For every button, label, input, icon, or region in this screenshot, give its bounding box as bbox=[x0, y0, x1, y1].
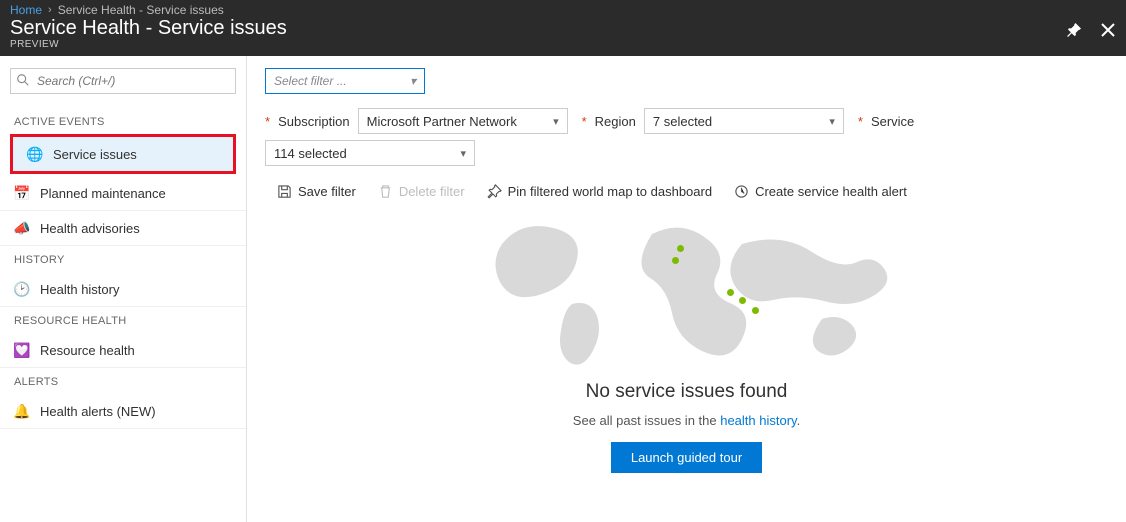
chevron-down-icon: ▾ bbox=[410, 74, 416, 88]
breadcrumb-current: Service Health - Service issues bbox=[58, 3, 224, 17]
sidebar-item-label: Planned maintenance bbox=[40, 186, 166, 201]
chevron-down-icon: ▾ bbox=[553, 115, 559, 128]
launch-guided-tour-button[interactable]: Launch guided tour bbox=[611, 442, 762, 473]
section-active-events: ACTIVE EVENTS bbox=[0, 108, 246, 134]
region-dot bbox=[677, 245, 684, 252]
close-icon[interactable] bbox=[1100, 22, 1116, 41]
section-history: HISTORY bbox=[0, 246, 246, 272]
world-map bbox=[477, 209, 897, 369]
select-filter-dropdown[interactable]: Select filter ... ▾ bbox=[265, 68, 425, 94]
delete-filter-label: Delete filter bbox=[399, 184, 465, 199]
subscription-label: Subscription bbox=[278, 114, 350, 129]
chevron-down-icon: ▾ bbox=[829, 115, 835, 128]
delete-filter-button: Delete filter bbox=[378, 184, 465, 199]
pin-map-button[interactable]: Pin filtered world map to dashboard bbox=[487, 184, 713, 199]
chevron-down-icon: ▾ bbox=[460, 147, 466, 160]
region-label: Region bbox=[595, 114, 636, 129]
page-title: Service Health - Service issues bbox=[10, 17, 287, 39]
required-asterisk: * bbox=[582, 114, 587, 129]
section-alerts: ALERTS bbox=[0, 368, 246, 394]
empty-subtitle: See all past issues in the health histor… bbox=[265, 413, 1108, 428]
trash-icon bbox=[378, 184, 393, 199]
globe-alert-icon: 🌐 bbox=[27, 146, 43, 162]
create-alert-button[interactable]: Create service health alert bbox=[734, 184, 907, 199]
service-dropdown[interactable]: 114 selected ▾ bbox=[265, 140, 475, 166]
empty-sub-prefix: See all past issues in the bbox=[573, 413, 720, 428]
sidebar-item-service-issues[interactable]: 🌐 Service issues bbox=[13, 137, 233, 171]
history-icon: 🕑 bbox=[14, 281, 30, 297]
create-alert-label: Create service health alert bbox=[755, 184, 907, 199]
sidebar-item-label: Resource health bbox=[40, 343, 135, 358]
region-dropdown[interactable]: 7 selected ▾ bbox=[644, 108, 844, 134]
empty-title: No service issues found bbox=[265, 381, 1108, 403]
select-filter-placeholder: Select filter ... bbox=[274, 74, 347, 88]
pin-icon bbox=[487, 184, 502, 199]
sidebar: ACTIVE EVENTS 🌐 Service issues 📅 Planned… bbox=[0, 56, 247, 522]
service-value: 114 selected bbox=[274, 146, 347, 161]
chevron-right-icon: › bbox=[48, 4, 52, 16]
sidebar-item-health-alerts[interactable]: 🔔 Health alerts (NEW) bbox=[0, 394, 246, 429]
sidebar-item-resource-health[interactable]: 💟 Resource health bbox=[0, 333, 246, 368]
megaphone-icon: 📣 bbox=[14, 220, 30, 236]
empty-sub-suffix: . bbox=[797, 413, 801, 428]
subscription-value: Microsoft Partner Network bbox=[367, 114, 517, 129]
sidebar-item-planned-maintenance[interactable]: 📅 Planned maintenance bbox=[0, 176, 246, 211]
main-content: Select filter ... ▾ * Subscription Micro… bbox=[247, 56, 1126, 522]
sidebar-item-label: Health history bbox=[40, 282, 119, 297]
heartbeat-icon: 💟 bbox=[14, 342, 30, 358]
sidebar-item-label: Health alerts (NEW) bbox=[40, 404, 156, 419]
calendar-icon: 📅 bbox=[14, 185, 30, 201]
region-dot bbox=[672, 257, 679, 264]
search-input[interactable] bbox=[10, 68, 236, 94]
section-resource-health: RESOURCE HEALTH bbox=[0, 307, 246, 333]
sidebar-item-health-advisories[interactable]: 📣 Health advisories bbox=[0, 211, 246, 246]
region-dot bbox=[739, 297, 746, 304]
alerts-icon: 🔔 bbox=[14, 403, 30, 419]
service-label: Service bbox=[871, 114, 914, 129]
sidebar-item-label: Health advisories bbox=[40, 221, 140, 236]
pin-icon[interactable] bbox=[1066, 22, 1082, 41]
required-asterisk: * bbox=[265, 114, 270, 129]
clock-alert-icon bbox=[734, 184, 749, 199]
search-icon bbox=[16, 73, 30, 90]
subscription-dropdown[interactable]: Microsoft Partner Network ▾ bbox=[358, 108, 568, 134]
region-dot bbox=[752, 307, 759, 314]
region-value: 7 selected bbox=[653, 114, 712, 129]
pin-map-label: Pin filtered world map to dashboard bbox=[508, 184, 713, 199]
sidebar-item-label: Service issues bbox=[53, 147, 137, 162]
page-subtitle: PREVIEW bbox=[10, 39, 287, 50]
save-filter-button[interactable]: Save filter bbox=[277, 184, 356, 199]
save-filter-label: Save filter bbox=[298, 184, 356, 199]
health-history-link[interactable]: health history bbox=[720, 413, 796, 428]
sidebar-item-health-history[interactable]: 🕑 Health history bbox=[0, 272, 246, 307]
breadcrumb-home[interactable]: Home bbox=[10, 3, 42, 17]
region-dot bbox=[727, 289, 734, 296]
breadcrumb: Home › Service Health - Service issues bbox=[0, 0, 1126, 17]
save-icon bbox=[277, 184, 292, 199]
nav-highlight: 🌐 Service issues bbox=[10, 134, 236, 174]
required-asterisk: * bbox=[858, 114, 863, 129]
